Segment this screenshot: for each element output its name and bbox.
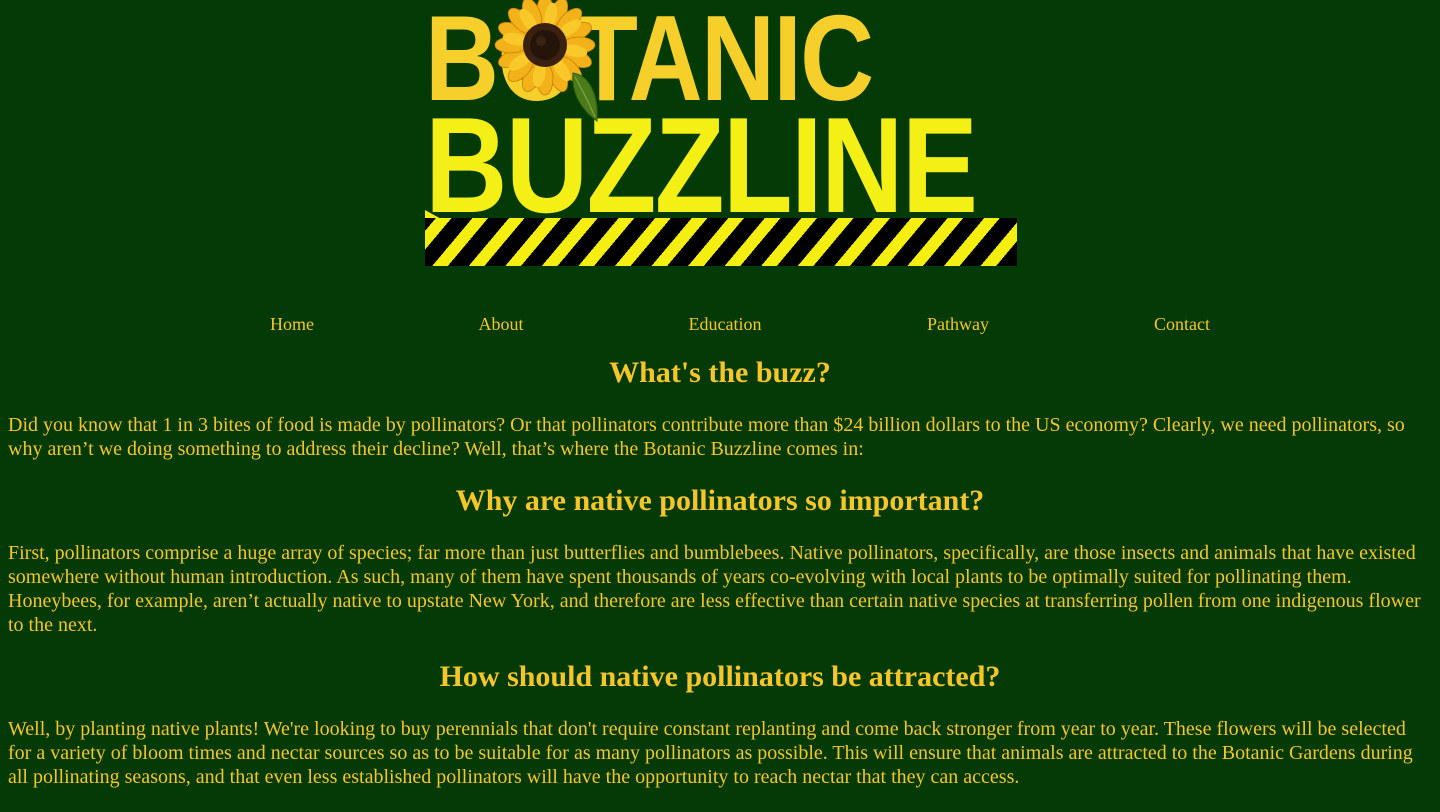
hazard-stripe — [425, 218, 1017, 266]
nav-link-pathway[interactable]: Pathway — [927, 314, 989, 335]
section-body-importance: First, pollinators comprise a huge array… — [8, 542, 1421, 636]
site-logo[interactable]: BOTANIC BUZZLINE — [425, 0, 1017, 266]
nav-link-education[interactable]: Education — [689, 314, 762, 335]
nav-link-about[interactable]: About — [479, 314, 524, 335]
nav-link-home[interactable]: Home — [270, 314, 314, 335]
main-content: What's the buzz? Did you know that 1 in … — [8, 355, 1432, 789]
section-body-buzz: Did you know that 1 in 3 bites of food i… — [8, 414, 1405, 460]
nav-link-contact[interactable]: Contact — [1154, 314, 1210, 335]
section-heading-attraction: How should native pollinators be attract… — [439, 660, 1001, 693]
section-body-attraction: Well, by planting native plants! We're l… — [8, 718, 1413, 788]
section-heading-importance: Why are native pollinators so important? — [455, 484, 985, 517]
sunflower-icon — [494, 0, 598, 122]
main-nav: Home About Education Pathway Contact — [0, 314, 1440, 334]
section-heading-buzz: What's the buzz? — [609, 356, 831, 389]
